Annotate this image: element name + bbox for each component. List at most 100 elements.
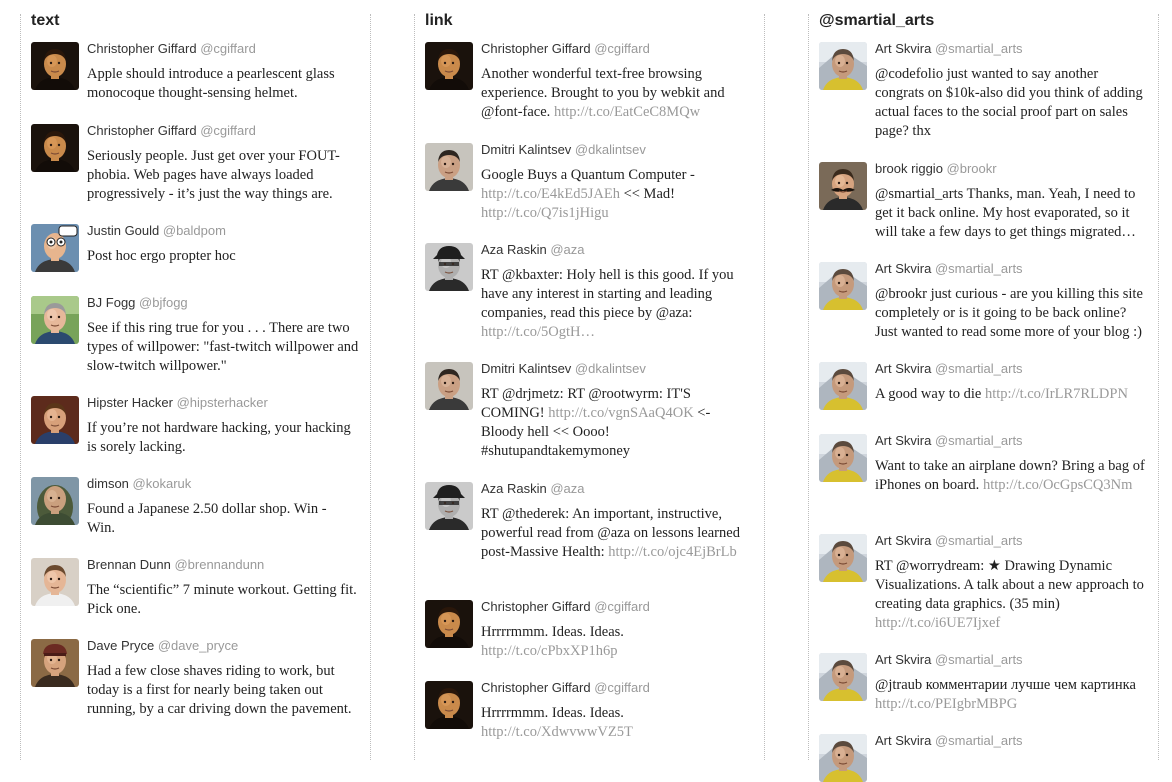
- author-handle[interactable]: @brookr: [943, 161, 997, 176]
- avatar[interactable]: [819, 262, 867, 310]
- tweet-link[interactable]: http://t.co/vgnSAaQ4OK: [548, 405, 693, 421]
- author-name[interactable]: Christopher Giffard: [481, 680, 591, 695]
- avatar[interactable]: [31, 124, 79, 172]
- author-name[interactable]: Art Skvira: [875, 261, 931, 276]
- author-name[interactable]: Dmitri Kalintsev: [481, 142, 571, 157]
- author-handle[interactable]: @smartial_arts: [931, 361, 1023, 376]
- author-handle[interactable]: @aza: [547, 481, 584, 496]
- avatar[interactable]: [819, 162, 867, 210]
- avatar[interactable]: [819, 434, 867, 482]
- tweet-author: Dave Pryce @dave_pryce: [87, 638, 238, 653]
- author-handle[interactable]: @cgiffard: [197, 41, 256, 56]
- author-handle[interactable]: @smartial_arts: [931, 41, 1023, 56]
- author-name[interactable]: Art Skvira: [875, 41, 931, 56]
- author-name[interactable]: brook riggio: [875, 161, 943, 176]
- avatar[interactable]: [819, 734, 867, 782]
- author-name[interactable]: Christopher Giffard: [481, 41, 591, 56]
- tweet-link[interactable]: http://t.co/XdwvwwVZ5T: [481, 724, 633, 740]
- author-name[interactable]: Christopher Giffard: [87, 123, 197, 138]
- avatar[interactable]: [31, 558, 79, 606]
- author-handle[interactable]: @cgiffard: [591, 599, 650, 614]
- author-name[interactable]: Aza Raskin: [481, 242, 547, 257]
- tweet-link[interactable]: http://t.co/IrLR7RLDPN: [985, 386, 1128, 402]
- author-name[interactable]: Justin Gould: [87, 223, 159, 238]
- tweet-text: Found a Japanese 2.50 dollar shop. Win -…: [87, 500, 357, 538]
- tweet-text-segment: A good way to die: [875, 386, 982, 402]
- author-name[interactable]: BJ Fogg: [87, 295, 135, 310]
- author-handle[interactable]: @hipsterhacker: [173, 395, 268, 410]
- avatar[interactable]: [425, 243, 473, 291]
- author-name[interactable]: dimson: [87, 476, 129, 491]
- author-handle[interactable]: @smartial_arts: [931, 652, 1023, 667]
- author-handle[interactable]: @bjfogg: [135, 295, 188, 310]
- avatar[interactable]: [31, 396, 79, 444]
- avatar[interactable]: [819, 653, 867, 701]
- avatar[interactable]: [31, 477, 79, 525]
- avatar[interactable]: [819, 362, 867, 410]
- author-handle[interactable]: @brennandunn: [171, 557, 264, 572]
- avatar[interactable]: [31, 639, 79, 687]
- tweet-text: RT @thederek: An important, instructive,…: [481, 505, 749, 562]
- author-name[interactable]: Dave Pryce: [87, 638, 154, 653]
- author-name[interactable]: Art Skvira: [875, 533, 931, 548]
- tweet-text: Had a few close shaves riding to work, b…: [87, 662, 357, 719]
- tweet-text-segment: @smartial_arts Thanks, man. Yeah, I need…: [875, 186, 1136, 240]
- author-name[interactable]: Hipster Hacker: [87, 395, 173, 410]
- avatar[interactable]: [425, 143, 473, 191]
- author-handle[interactable]: @dave_pryce: [154, 638, 238, 653]
- tweet-link[interactable]: http://t.co/E4kEd5JAEh: [481, 186, 620, 202]
- author-name[interactable]: Brennan Dunn: [87, 557, 171, 572]
- author-handle[interactable]: @cgiffard: [197, 123, 256, 138]
- tweet-author: Christopher Giffard @cgiffard: [481, 680, 650, 695]
- tweet-text-segment: Had a few close shaves riding to work, b…: [87, 663, 352, 717]
- author-handle[interactable]: @dkalintsev: [571, 361, 646, 376]
- author-name[interactable]: Aza Raskin: [481, 481, 547, 496]
- author-name[interactable]: Christopher Giffard: [87, 41, 197, 56]
- tweet-link[interactable]: http://t.co/EatCeC8MQw: [554, 104, 700, 120]
- author-handle[interactable]: @dkalintsev: [571, 142, 646, 157]
- tweet-text: @codefolio just wanted to say another co…: [875, 65, 1150, 141]
- author-name[interactable]: Christopher Giffard: [481, 599, 591, 614]
- author-handle[interactable]: @smartial_arts: [931, 733, 1023, 748]
- tweet-link[interactable]: http://t.co/PEIgbrMBPG: [875, 696, 1017, 712]
- tweet-text: Hrrrrmmm. Ideas. Ideas. http://t.co/Xdwv…: [481, 704, 743, 742]
- avatar[interactable]: [819, 42, 867, 90]
- tweet-link[interactable]: http://t.co/i6UE7Ijxef: [875, 615, 1000, 631]
- avatar[interactable]: [819, 534, 867, 582]
- avatar[interactable]: [31, 296, 79, 344]
- avatar[interactable]: [31, 224, 79, 272]
- column-title: @smartial_arts: [819, 12, 935, 29]
- tweet-link[interactable]: http://t.co/Q7is1jHigu: [481, 205, 609, 221]
- tweet-link[interactable]: http://t.co/ojc4EjBrLb: [608, 544, 736, 560]
- author-name[interactable]: Dmitri Kalintsev: [481, 361, 571, 376]
- tweet-text-segment: RT @kbaxter: Holy hell is this good. If …: [481, 267, 734, 321]
- author-handle[interactable]: @smartial_arts: [931, 533, 1023, 548]
- tweet-text: @jtraub комментарии лучше чем картинка h…: [875, 676, 1150, 714]
- author-name[interactable]: Art Skvira: [875, 652, 931, 667]
- tweet-link[interactable]: http://t.co/OcGpsCQ3Nm: [983, 477, 1132, 493]
- tweet-author: Art Skvira @smartial_arts: [875, 261, 1023, 276]
- author-name[interactable]: Art Skvira: [875, 433, 931, 448]
- author-handle[interactable]: @aza: [547, 242, 584, 257]
- avatar[interactable]: [31, 42, 79, 90]
- author-handle[interactable]: @cgiffard: [591, 680, 650, 695]
- author-handle[interactable]: @smartial_arts: [931, 433, 1023, 448]
- author-handle[interactable]: @kokaruk: [129, 476, 192, 491]
- tweet-author: BJ Fogg @bjfogg: [87, 295, 188, 310]
- author-handle[interactable]: @baldpom: [159, 223, 226, 238]
- author-name[interactable]: Art Skvira: [875, 733, 931, 748]
- avatar[interactable]: [425, 362, 473, 410]
- avatar[interactable]: [425, 482, 473, 530]
- tweet-text: Another wonderful text-free browsing exp…: [481, 65, 743, 122]
- avatar[interactable]: [425, 42, 473, 90]
- tweet-link[interactable]: http://t.co/5OgtH…: [481, 324, 595, 340]
- avatar[interactable]: [425, 681, 473, 729]
- tweet-link[interactable]: http://t.co/cPbxXP1h6p: [481, 643, 618, 659]
- author-name[interactable]: Art Skvira: [875, 361, 931, 376]
- tweet-text: RT @drjmetz: RT @rootwyrm: IT'S COMING! …: [481, 385, 743, 461]
- tweet-author: Art Skvira @smartial_arts: [875, 533, 1023, 548]
- avatar[interactable]: [425, 600, 473, 648]
- author-handle[interactable]: @smartial_arts: [931, 261, 1023, 276]
- tweet-text: Apple should introduce a pearlescent gla…: [87, 65, 357, 103]
- author-handle[interactable]: @cgiffard: [591, 41, 650, 56]
